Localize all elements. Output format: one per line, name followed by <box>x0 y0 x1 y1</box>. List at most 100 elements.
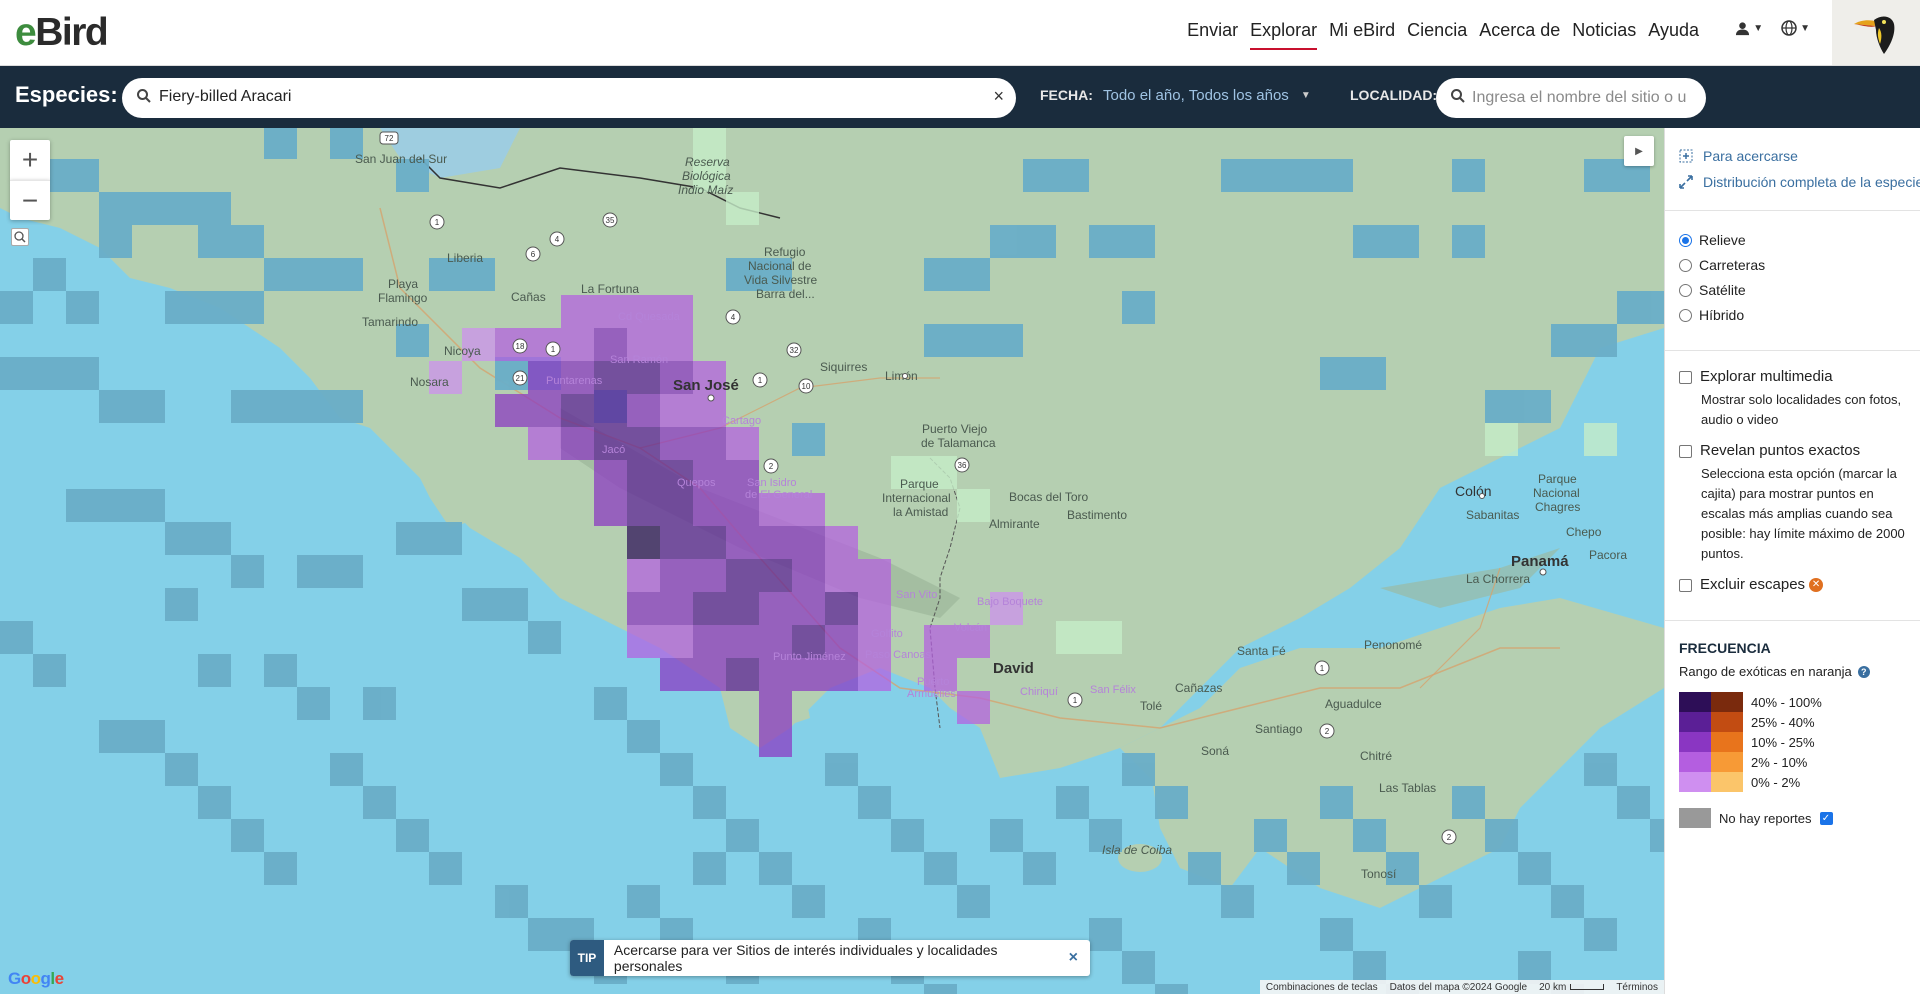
frequency-cell[interactable] <box>759 691 792 724</box>
nav-explorar[interactable]: Explorar <box>1244 18 1323 50</box>
frequency-cell[interactable] <box>627 625 660 658</box>
ebird-logo[interactable]: eBird <box>15 11 109 55</box>
frequency-cell[interactable] <box>759 559 792 592</box>
help-icon[interactable]: ? <box>1857 665 1870 678</box>
frequency-cell[interactable] <box>660 427 693 460</box>
zoom-box-icon[interactable] <box>11 228 29 246</box>
frequency-cell[interactable] <box>627 427 660 460</box>
reveal-exact-points-option[interactable]: Revelan puntos exactos <box>1679 442 1860 459</box>
frequency-cell[interactable] <box>594 493 627 526</box>
nav-mi-ebird[interactable]: Mi eBird <box>1323 18 1401 43</box>
exclude-escapes-option[interactable]: Excluir escapes ✕ <box>1679 576 1824 593</box>
zoom-to-link[interactable]: Para acercarse <box>1679 148 1798 164</box>
frequency-cell[interactable] <box>1089 621 1122 654</box>
frequency-cell[interactable] <box>561 427 594 460</box>
date-filter[interactable]: Todo el año, Todos los años ▼ <box>1103 87 1311 104</box>
frequency-cell[interactable] <box>759 592 792 625</box>
full-distribution-link[interactable]: Distribución completa de la especie <box>1679 174 1920 190</box>
frequency-cell[interactable] <box>1584 423 1617 456</box>
frequency-cell[interactable] <box>627 394 660 427</box>
frequency-cell[interactable] <box>957 489 990 522</box>
frequency-cell[interactable] <box>792 592 825 625</box>
species-search-input[interactable]: Fiery-billed Aracari × <box>122 78 1016 118</box>
scale-bar[interactable]: 20 km <box>1539 982 1605 993</box>
frequency-cell[interactable] <box>858 658 891 691</box>
frequency-cell[interactable] <box>1056 621 1089 654</box>
language-menu[interactable]: ▼ <box>1781 20 1810 36</box>
frequency-cell[interactable] <box>693 592 726 625</box>
collapse-panel-button[interactable]: ▶ <box>1624 136 1654 166</box>
frequency-cell[interactable] <box>561 328 594 361</box>
frequency-cell[interactable] <box>627 526 660 559</box>
zoom-out-button[interactable]: − <box>10 180 50 220</box>
frequency-cell[interactable] <box>693 526 726 559</box>
zoom-in-button[interactable]: + <box>10 140 50 180</box>
keyboard-shortcuts-link[interactable]: Combinaciones de teclas <box>1266 982 1378 993</box>
frequency-cell[interactable] <box>528 427 561 460</box>
frequency-cell[interactable] <box>825 526 858 559</box>
frequency-cell[interactable] <box>660 625 693 658</box>
location-search-box[interactable] <box>1436 78 1706 118</box>
frequency-cell[interactable] <box>561 394 594 427</box>
frequency-cell[interactable] <box>660 592 693 625</box>
nav-ciencia[interactable]: Ciencia <box>1401 18 1473 43</box>
frequency-cell[interactable] <box>660 526 693 559</box>
map-type-hibrido[interactable]: Híbrido <box>1679 307 1744 323</box>
frequency-cell[interactable] <box>726 592 759 625</box>
clear-species-button[interactable]: × <box>993 86 1004 107</box>
frequency-cell[interactable] <box>660 493 693 526</box>
checkbox[interactable] <box>1679 371 1692 384</box>
no-reports-checkbox[interactable]: ✓ <box>1819 811 1833 825</box>
frequency-cell[interactable] <box>495 394 528 427</box>
map-type-satelite[interactable]: Satélite <box>1679 282 1746 298</box>
frequency-cell[interactable] <box>660 658 693 691</box>
frequency-cell[interactable] <box>693 559 726 592</box>
checkbox[interactable] <box>1679 445 1692 458</box>
frequency-cell[interactable] <box>726 658 759 691</box>
frequency-cell[interactable] <box>1485 423 1518 456</box>
frequency-cell[interactable] <box>693 493 726 526</box>
close-tip-button[interactable]: × <box>1069 949 1078 967</box>
explore-multimedia-option[interactable]: Explorar multimedia <box>1679 368 1833 385</box>
frequency-cell[interactable] <box>759 724 792 757</box>
frequency-cell[interactable] <box>693 658 726 691</box>
frequency-cell[interactable] <box>660 559 693 592</box>
map-type-carreteras[interactable]: Carreteras <box>1679 257 1765 273</box>
frequency-cell[interactable] <box>693 625 726 658</box>
nav-acerca-de[interactable]: Acerca de <box>1473 18 1566 43</box>
species-map[interactable]: 72 1 35 4 6 1 18 21 4 32 1 10 2 36 2 2 1… <box>0 128 1664 994</box>
radio-button[interactable] <box>1679 258 1692 272</box>
nav-ayuda[interactable]: Ayuda <box>1642 18 1705 43</box>
map-type-relieve[interactable]: Relieve <box>1679 232 1746 248</box>
frequency-cell[interactable] <box>627 559 660 592</box>
frequency-cell[interactable] <box>792 526 825 559</box>
frequency-cell[interactable] <box>561 295 594 328</box>
frequency-cell[interactable] <box>627 592 660 625</box>
radio-button[interactable] <box>1679 233 1692 247</box>
radio-button[interactable] <box>1679 283 1692 297</box>
frequency-cell[interactable] <box>792 559 825 592</box>
frequency-cell[interactable] <box>594 394 627 427</box>
frequency-cell[interactable] <box>627 493 660 526</box>
frequency-cell[interactable] <box>693 427 726 460</box>
frequency-cell[interactable] <box>957 691 990 724</box>
frequency-cell[interactable] <box>858 592 891 625</box>
frequency-cell[interactable] <box>825 559 858 592</box>
nav-noticias[interactable]: Noticias <box>1566 18 1642 43</box>
frequency-cell[interactable] <box>759 526 792 559</box>
frequency-cell[interactable] <box>726 559 759 592</box>
checkbox[interactable] <box>1679 579 1692 592</box>
exotic-info-icon[interactable]: ✕ <box>1809 578 1824 593</box>
account-menu[interactable]: ▼ <box>1735 21 1763 36</box>
nav-enviar[interactable]: Enviar <box>1181 18 1244 43</box>
frequency-cell[interactable] <box>627 460 660 493</box>
frequency-cell[interactable] <box>858 559 891 592</box>
location-input[interactable] <box>1472 86 1700 110</box>
radio-button[interactable] <box>1679 308 1692 322</box>
frequency-cell[interactable] <box>660 394 693 427</box>
frequency-cell[interactable] <box>726 526 759 559</box>
terms-link[interactable]: Términos <box>1616 982 1658 993</box>
frequency-cell[interactable] <box>825 592 858 625</box>
frequency-cell[interactable] <box>726 625 759 658</box>
frequency-cell[interactable] <box>594 460 627 493</box>
